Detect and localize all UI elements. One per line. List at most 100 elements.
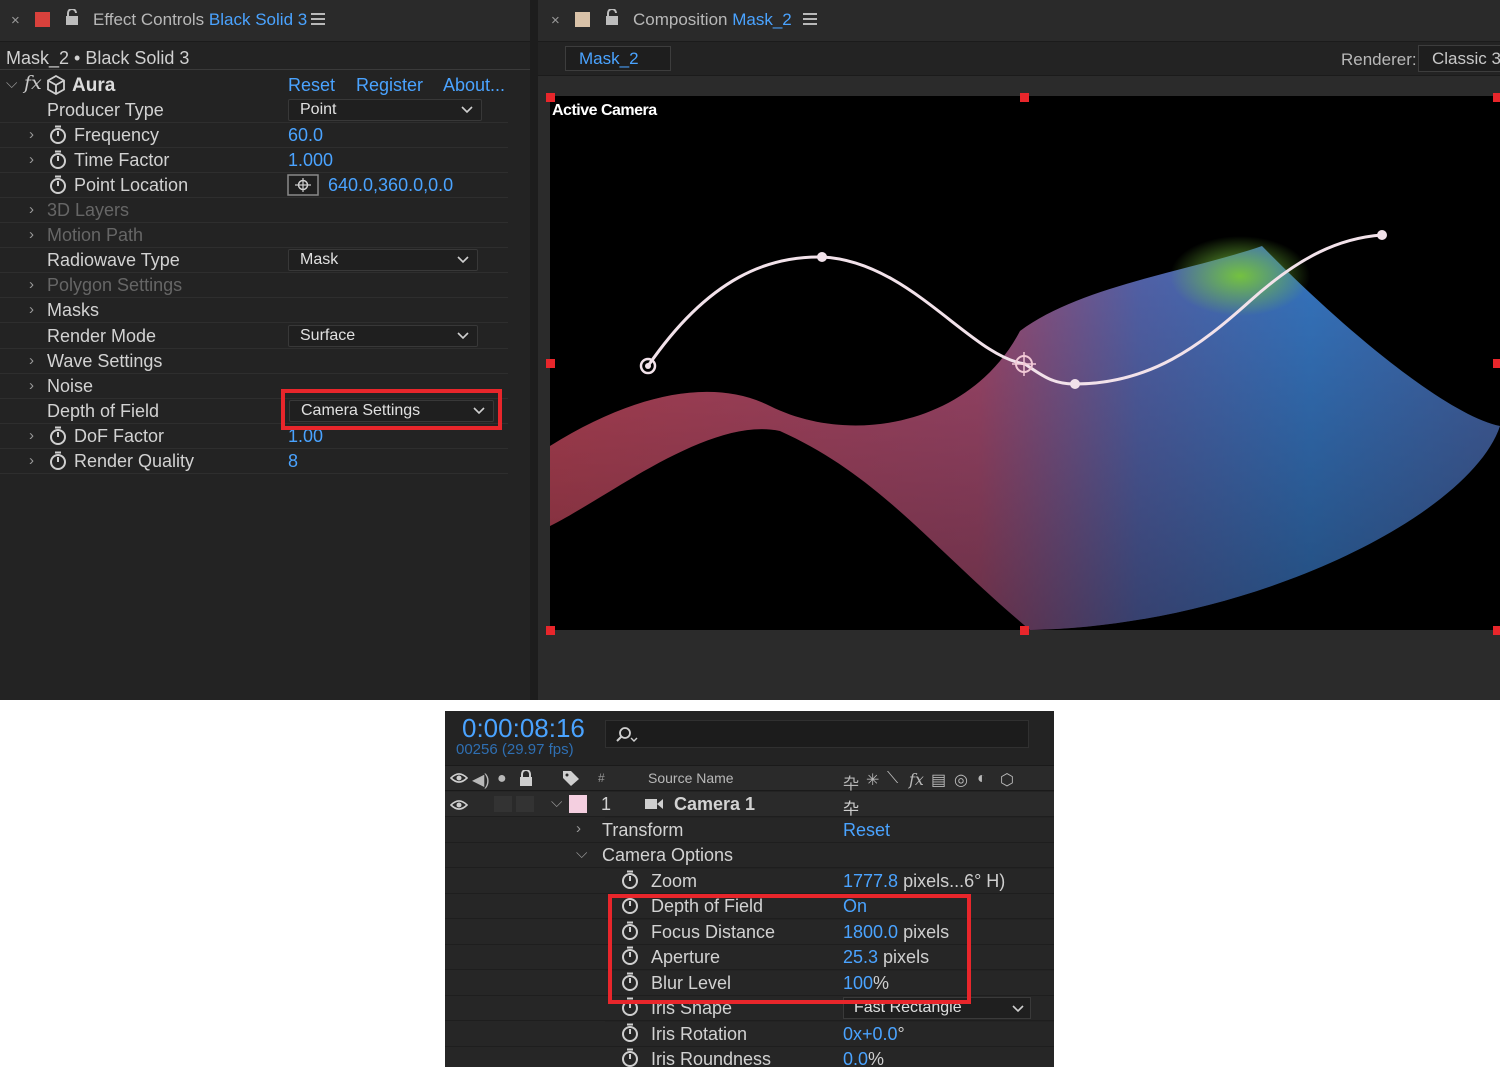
column-hash[interactable]: # (598, 771, 605, 785)
eye-icon[interactable] (450, 799, 468, 811)
layer-handle[interactable] (546, 626, 555, 635)
panel-menu-icon[interactable] (803, 13, 817, 25)
column-source-name[interactable]: Source Name (648, 770, 734, 786)
lock-icon[interactable] (519, 770, 533, 786)
fx-toggle-icon[interactable]: fx (24, 72, 42, 94)
group-3d-layers[interactable]: › 3D Layers (0, 198, 508, 223)
time-factor-value[interactable]: 1.000 (288, 150, 333, 171)
solo-icon[interactable]: ● (497, 770, 507, 788)
group-polygon-settings[interactable]: › Polygon Settings (0, 273, 508, 298)
chevron-right-icon[interactable]: › (29, 301, 34, 318)
param-render-mode: Render Mode Surface (0, 324, 508, 349)
3d-layer-icon[interactable]: ⬡ (1000, 770, 1014, 790)
chevron-right-icon[interactable]: › (29, 151, 34, 168)
chevron-right-icon[interactable]: › (576, 820, 581, 837)
label-color-swatch[interactable] (569, 795, 587, 813)
layer-handle[interactable] (1493, 359, 1500, 368)
layer-row-camera-1[interactable]: ⌵ 1 Camera 1 卆 (445, 792, 1054, 819)
stopwatch-icon[interactable] (49, 150, 67, 170)
reset-link[interactable]: Reset (288, 75, 335, 96)
chevron-right-icon[interactable]: › (29, 377, 34, 394)
label-tag-icon[interactable] (562, 770, 580, 787)
stopwatch-icon[interactable] (621, 1048, 639, 1067)
zoom-value[interactable]: 1777.8 pixels...6° H) (843, 871, 1005, 892)
chevron-right-icon[interactable]: › (29, 276, 34, 293)
shy-switch-icon[interactable]: 卆 (843, 795, 859, 819)
layer-handle[interactable] (546, 359, 555, 368)
composition-viewer[interactable] (550, 96, 1500, 630)
value-number[interactable]: 0.0 (843, 1049, 868, 1067)
value-number[interactable]: 1777.8 (843, 871, 898, 891)
layer-handle[interactable] (1493, 626, 1500, 635)
stopwatch-icon[interactable] (621, 870, 639, 890)
point-location-value[interactable]: 640.0,360.0,0.0 (328, 175, 453, 196)
chevron-down-icon[interactable]: ⌵ (576, 845, 587, 862)
effect-controls-tab-title[interactable]: Effect Controls Black Solid 3 (93, 10, 307, 30)
camera-icon (645, 799, 663, 809)
eye-icon[interactable] (450, 772, 468, 784)
label-color-swatch[interactable] (575, 12, 590, 27)
iris-rotation-value[interactable]: 0x+0.0° (843, 1024, 905, 1045)
lock-icon[interactable] (65, 9, 79, 25)
panel-divider[interactable] (530, 0, 538, 700)
about-link[interactable]: About... (443, 75, 505, 96)
group-wave-settings[interactable]: › Wave Settings (0, 349, 508, 374)
frame-blend-icon[interactable]: ▤ (931, 770, 946, 790)
panel-menu-icon[interactable] (311, 13, 325, 25)
layer-search-input[interactable] (605, 720, 1029, 748)
group-transform[interactable]: › Transform Reset (445, 818, 1054, 843)
effect-header-aura[interactable]: ⌵ fx Aura Reset Register About... (0, 72, 508, 98)
frequency-value[interactable]: 60.0 (288, 125, 323, 146)
stopwatch-icon[interactable] (49, 426, 67, 446)
layer-handle[interactable] (546, 93, 555, 102)
quality-icon[interactable]: ⟍ (887, 770, 898, 788)
close-tab-icon[interactable]: × (551, 12, 560, 29)
radiowave-type-dropdown[interactable]: Mask (288, 249, 478, 271)
subtab-label: Mask_2 (579, 49, 639, 68)
stopwatch-icon[interactable] (621, 1023, 639, 1043)
chevron-right-icon[interactable]: › (29, 352, 34, 369)
chevron-down-icon[interactable]: ⌵ (551, 794, 562, 811)
chevron-down-icon[interactable]: ⌵ (6, 75, 17, 92)
composition-tab-title[interactable]: Composition Mask_2 (633, 10, 792, 30)
group-camera-options[interactable]: ⌵ Camera Options (445, 843, 1054, 868)
lock-icon[interactable] (605, 9, 619, 25)
audio-icon[interactable]: ◀) (472, 770, 490, 790)
lock-switch[interactable] (516, 796, 534, 812)
layer-handle[interactable] (1493, 93, 1500, 102)
stopwatch-icon[interactable] (49, 451, 67, 471)
label-color-swatch[interactable] (35, 12, 50, 27)
layer-handle[interactable] (1020, 93, 1029, 102)
layer-handle[interactable] (1020, 626, 1029, 635)
shy-icon[interactable]: 卆 (843, 770, 859, 794)
producer-type-dropdown[interactable]: Point (288, 99, 482, 121)
chevron-right-icon[interactable]: › (29, 452, 34, 469)
layer-name[interactable]: Camera 1 (674, 794, 755, 815)
render-quality-value[interactable]: 8 (288, 451, 298, 472)
param-point-location: Point Location 640.0,360.0,0.0 (0, 173, 508, 198)
stopwatch-icon[interactable] (49, 175, 67, 195)
transform-reset-link[interactable]: Reset (843, 820, 890, 841)
comp-subtab[interactable]: Mask_2 (565, 46, 671, 71)
adjustment-icon[interactable]: ◐ (977, 770, 987, 788)
chevron-right-icon[interactable]: › (29, 427, 34, 444)
solo-switch[interactable] (494, 796, 512, 812)
current-time[interactable]: 0:00:08:16 (462, 713, 585, 744)
chevron-right-icon[interactable]: › (29, 201, 34, 218)
chevron-right-icon[interactable]: › (29, 226, 34, 243)
group-motion-path[interactable]: › Motion Path (0, 223, 508, 248)
highlight-box (608, 894, 971, 1004)
point-target-icon[interactable] (287, 174, 319, 196)
fx-icon[interactable]: fx (909, 770, 924, 789)
close-tab-icon[interactable]: × (11, 12, 20, 29)
group-masks[interactable]: › Masks (0, 298, 508, 323)
value-number[interactable]: 0x+0.0 (843, 1024, 898, 1044)
renderer-select[interactable]: Classic 3D (1418, 45, 1500, 72)
collapse-icon[interactable]: ✳ (866, 770, 879, 790)
register-link[interactable]: Register (356, 75, 423, 96)
motion-blur-icon[interactable]: ◎ (954, 770, 968, 790)
iris-roundness-value[interactable]: 0.0% (843, 1049, 884, 1067)
stopwatch-icon[interactable] (49, 125, 67, 145)
chevron-right-icon[interactable]: › (29, 126, 34, 143)
render-mode-dropdown[interactable]: Surface (288, 325, 478, 347)
